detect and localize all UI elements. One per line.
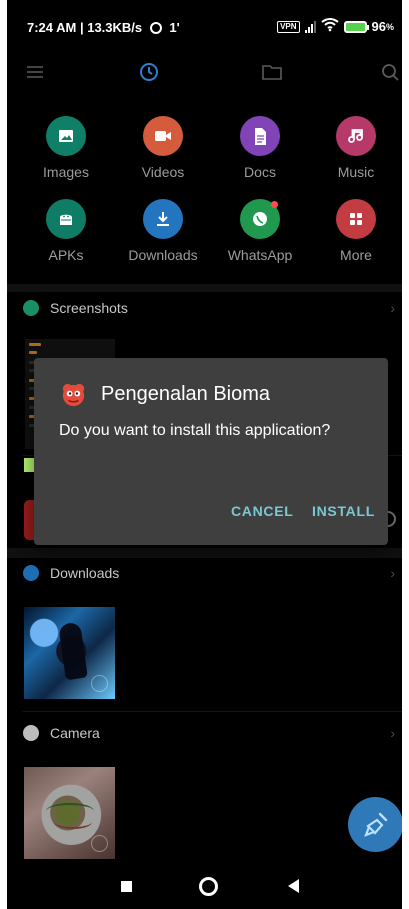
category-label: Videos [141, 164, 185, 180]
category-label: APKs [48, 247, 84, 263]
document-icon [240, 116, 280, 156]
clock-icon[interactable] [137, 60, 161, 84]
notification-dot [271, 201, 278, 208]
section-divider [23, 711, 402, 712]
apk-thumbnail-edge [24, 500, 34, 540]
video-icon [143, 116, 183, 156]
downloads-section-title: Downloads [50, 565, 120, 581]
category-label: Docs [244, 164, 276, 180]
system-navigation-bar [7, 862, 402, 909]
music-icon [336, 116, 376, 156]
play-icon [91, 675, 108, 692]
top-toolbar [7, 52, 402, 92]
grid-icon [336, 199, 376, 239]
category-more[interactable]: More [313, 199, 399, 275]
status-extra: 1' [169, 20, 180, 35]
battery-percent: 96 [371, 19, 386, 34]
red-creature-icon [62, 383, 85, 407]
status-bar: 7:24 AM | 13.3KB/s 1' VPN 96 % [7, 0, 402, 52]
wifi-icon [320, 18, 339, 35]
camera-thumbnail[interactable] [24, 767, 115, 859]
search-icon[interactable] [378, 60, 402, 84]
android-icon [46, 199, 86, 239]
category-whatsapp[interactable]: WhatsApp [217, 199, 303, 275]
back-icon[interactable] [283, 876, 303, 896]
category-videos[interactable]: Videos [120, 116, 206, 192]
status-right: VPN 96 % [277, 18, 394, 35]
figure-silhouette [58, 621, 88, 681]
screenshots-folder-icon [23, 300, 39, 316]
signal-icon [304, 20, 316, 33]
camera-section-title: Camera [50, 725, 100, 741]
data-saver-icon [149, 22, 162, 34]
category-label: WhatsApp [227, 247, 293, 263]
category-label: Images [43, 164, 89, 180]
image-ring-icon [91, 835, 108, 852]
section-separator [7, 548, 402, 558]
category-downloads[interactable]: Downloads [120, 199, 206, 275]
category-images[interactable]: Images [23, 116, 109, 192]
camera-folder-icon [23, 725, 39, 741]
install-button[interactable]: INSTALL [312, 503, 375, 519]
screenshots-section-title: Screenshots [50, 300, 128, 316]
dialog-title-row: Pengenalan Bioma [59, 380, 270, 409]
install-dialog: Pengenalan Bioma Do you want to install … [34, 358, 388, 545]
battery-icon [343, 20, 369, 33]
file-manager-screen: 7:24 AM | 13.3KB/s 1' VPN 96 % Images Vi… [7, 0, 402, 909]
chevron-right-icon[interactable]: › [390, 565, 395, 581]
category-label: Downloads [128, 247, 198, 263]
image-icon [46, 116, 86, 156]
dialog-title: Pengenalan Bioma [101, 383, 271, 405]
cleaner-fab[interactable] [348, 797, 402, 852]
section-separator [7, 284, 402, 292]
category-label: More [340, 247, 372, 263]
category-label: Music [337, 164, 375, 180]
plant-leaf [54, 815, 92, 829]
category-music[interactable]: Music [313, 116, 399, 192]
broom-icon [363, 812, 387, 837]
percent-symbol: % [385, 21, 394, 32]
menu-icon[interactable] [23, 60, 47, 84]
folder-icon[interactable] [260, 60, 284, 84]
recent-apps-icon[interactable] [116, 876, 136, 896]
download-thumbnail[interactable] [24, 607, 115, 699]
camera-section-header[interactable]: Camera [23, 721, 100, 745]
vpn-icon: VPN [277, 20, 300, 33]
category-grid: Images Videos Docs Music APKs Downloads … [7, 108, 402, 278]
downloads-section-header[interactable]: Downloads [23, 561, 119, 585]
status-time-speed: 7:24 AM | 13.3KB/s [27, 20, 143, 35]
screenshots-section-header[interactable]: Screenshots [23, 296, 128, 320]
home-icon[interactable] [198, 876, 218, 896]
category-docs[interactable]: Docs [217, 116, 303, 192]
cancel-button[interactable]: CANCEL [231, 503, 294, 519]
category-apks[interactable]: APKs [23, 199, 109, 275]
status-left: 7:24 AM | 13.3KB/s 1' [27, 20, 180, 35]
dialog-message: Do you want to install this application? [59, 422, 331, 439]
chevron-right-icon[interactable]: › [390, 300, 395, 316]
download-icon [143, 199, 183, 239]
downloads-folder-icon [23, 565, 39, 581]
chevron-right-icon[interactable]: › [390, 725, 395, 741]
whatsapp-icon [240, 199, 280, 239]
